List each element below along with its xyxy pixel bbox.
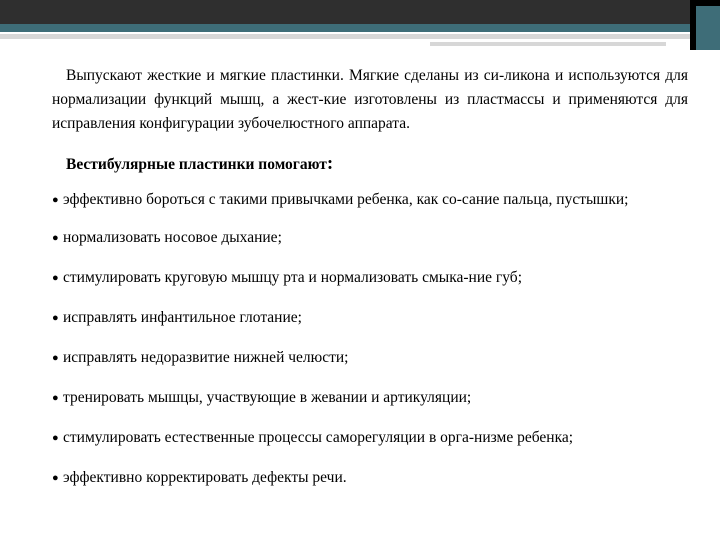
- list-item: ● нормализовать носовое дыхание;: [52, 227, 688, 249]
- bullet-icon: ●: [52, 432, 59, 444]
- list-item: ● стимулировать круговую мышцу рта и норм…: [52, 267, 688, 289]
- list-item: ● стимулировать естественные процессы сам…: [52, 427, 688, 449]
- benefits-list: ● эффективно бороться с такими привычками…: [52, 189, 688, 489]
- header-bar-dark: [0, 0, 690, 24]
- list-item-text: исправлять недоразвитие нижней челюсти;: [63, 349, 349, 366]
- list-item-text: эффективно корректировать дефекты речи.: [63, 469, 347, 486]
- header-corner-accent: [696, 6, 720, 50]
- bullet-icon: ●: [52, 472, 59, 484]
- header-line-grey-short: [430, 42, 666, 46]
- bullet-icon: ●: [52, 232, 59, 244]
- header-bar-teal: [0, 24, 690, 32]
- bullet-icon: ●: [52, 352, 59, 364]
- bullet-icon: ●: [52, 272, 59, 284]
- list-item-text: стимулировать круговую мышцу рта и норма…: [63, 269, 522, 286]
- list-item-text: исправлять инфантильное глотание;: [63, 309, 302, 326]
- intro-paragraph: Выпускают жесткие и мягкие пластинки. Мя…: [52, 67, 688, 132]
- list-item: ● эффективно корректировать дефекты речи.: [52, 467, 688, 489]
- slide-content: Выпускают жесткие и мягкие пластинки. Мя…: [52, 64, 688, 489]
- bullet-icon: ●: [52, 312, 59, 324]
- list-item: ● исправлять недоразвитие нижней челюсти;: [52, 347, 688, 369]
- section-heading-text: Вестибулярные пластинки помогают: [66, 156, 327, 173]
- header-line-grey: [0, 34, 690, 39]
- slide-header-band: [0, 0, 720, 50]
- section-heading: Вестибулярные пластинки помогают:: [66, 152, 688, 177]
- list-item-text: тренировать мышцы, участвующие в жевании…: [63, 389, 472, 406]
- list-item-text: нормализовать носовое дыхание;: [63, 229, 282, 246]
- section-heading-colon: :: [326, 153, 334, 174]
- list-item-text: эффективно бороться с такими привычками …: [63, 191, 629, 208]
- list-item: ● исправлять инфантильное глотание;: [52, 307, 688, 329]
- list-item: ● тренировать мышцы, участвующие в жевани…: [52, 387, 688, 409]
- list-item-text: стимулировать естественные процессы само…: [63, 429, 574, 446]
- bullet-icon: ●: [52, 392, 59, 404]
- list-item: ● эффективно бороться с такими привычками…: [52, 189, 688, 211]
- bullet-icon: ●: [52, 194, 59, 206]
